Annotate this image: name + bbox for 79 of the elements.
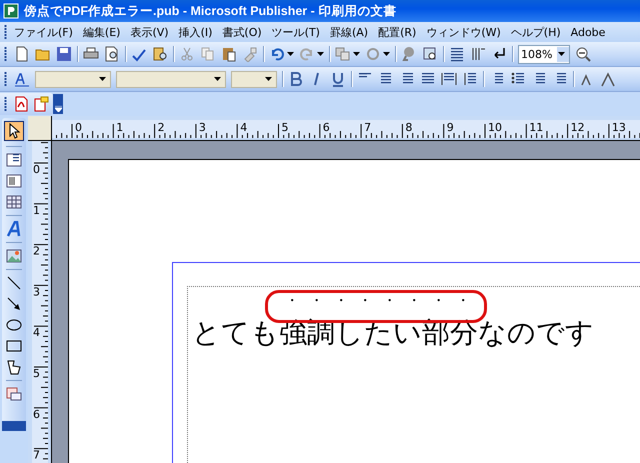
toolbar-grip-icon[interactable] — [4, 97, 7, 111]
picture-icon[interactable] — [6, 248, 22, 264]
dropdown-arrow-icon[interactable] — [353, 52, 360, 56]
chevron-icon — [54, 106, 62, 112]
dropdown-arrow-icon[interactable] — [214, 77, 221, 81]
rectangle-icon[interactable] — [6, 338, 22, 354]
menu-item[interactable]: ヘルプ(H) — [506, 24, 566, 40]
styles-icon[interactable] — [14, 71, 30, 87]
dropdown-arrow-icon[interactable] — [265, 77, 272, 81]
save-icon[interactable] — [56, 46, 72, 62]
columns-icon[interactable] — [449, 46, 465, 62]
ruler-number: 3 — [198, 121, 206, 134]
dropdown-arrow-icon[interactable] — [558, 52, 565, 56]
menu-item[interactable]: ツール(T) — [266, 24, 325, 40]
menu-item[interactable]: 配置(R) — [373, 24, 422, 40]
ruler-number: 6 — [33, 408, 40, 421]
new-document-icon[interactable] — [14, 46, 30, 62]
window-title: 傍点でPDF作成エラー.pub - Microsoft Publisher - 印刷用の文書 — [24, 2, 396, 20]
ruler-number: 1 — [116, 121, 124, 134]
ruler-corner[interactable] — [28, 116, 52, 141]
ruler-number: 9 — [446, 121, 454, 134]
arrow-icon[interactable] — [6, 296, 22, 312]
text-box-icon[interactable] — [6, 152, 22, 168]
toolbar-grip-icon[interactable] — [4, 72, 7, 86]
ruler-number: 5 — [33, 367, 40, 380]
zoom-out-icon[interactable] — [575, 46, 591, 62]
ruler-number: 4 — [240, 121, 248, 134]
research-icon[interactable] — [152, 46, 168, 62]
autoshapes-icon[interactable] — [6, 359, 22, 375]
ruler-number: 1 — [33, 204, 40, 217]
dropdown-arrow-icon[interactable] — [383, 52, 390, 56]
character-spacing-icon[interactable] — [441, 71, 457, 87]
underline-icon[interactable] — [330, 71, 346, 87]
line-icon[interactable] — [6, 275, 22, 291]
ruler-number: 10 — [488, 121, 502, 134]
undo-icon[interactable] — [269, 46, 285, 62]
pdf-icon[interactable] — [13, 96, 29, 112]
ruler-number: 2 — [33, 244, 40, 258]
ruler-number: 6 — [322, 121, 330, 134]
line-spacing-icon[interactable] — [462, 71, 478, 87]
menu-item[interactable]: 挿入(I) — [174, 24, 218, 40]
emphasis-marks: ・・・・・・・・ — [285, 295, 480, 307]
pdf-comment-icon[interactable] — [33, 96, 49, 112]
zoom-field[interactable]: 108% — [518, 44, 570, 64]
paste-icon[interactable] — [221, 46, 237, 62]
ruler-number: 5 — [282, 121, 288, 134]
menu-item[interactable]: ファイル(F) — [9, 24, 78, 40]
ruler-number: 4 — [33, 326, 40, 340]
vertical-text-box-icon[interactable] — [6, 173, 22, 189]
toolbar-grip-icon[interactable] — [4, 47, 7, 61]
menu-item[interactable]: 表示(V) — [125, 24, 174, 40]
print-preview-icon[interactable] — [104, 46, 120, 62]
wordart-icon[interactable] — [6, 221, 22, 237]
menu-item[interactable]: 書式(O) — [217, 24, 267, 40]
dropdown-arrow-icon[interactable] — [317, 52, 324, 56]
dropdown-arrow-icon[interactable] — [99, 77, 106, 81]
oval-icon[interactable] — [6, 317, 22, 333]
menu-item[interactable]: 罫線(A) — [324, 24, 374, 40]
app-icon[interactable] — [3, 3, 19, 19]
ruler-number: 7 — [33, 448, 40, 462]
ruler-number: 11 — [529, 121, 544, 134]
ruler-number: 12 — [570, 121, 585, 134]
ruler-number: 7 — [364, 121, 372, 134]
bold-icon[interactable] — [288, 71, 304, 87]
web-preview-icon[interactable] — [422, 46, 438, 62]
toolbar-grip-icon[interactable] — [4, 25, 7, 39]
ruler-number: 2 — [158, 121, 165, 134]
design-gallery-icon[interactable] — [6, 386, 22, 402]
menu-item[interactable]: ウィンドウ(W) — [421, 24, 506, 40]
ruler-number: 0 — [75, 121, 82, 134]
ruler-number: 3 — [33, 285, 40, 298]
toolbar-options-button[interactable] — [53, 94, 63, 114]
menu-item[interactable]: Adobe — [566, 26, 610, 38]
table-icon[interactable] — [6, 194, 22, 210]
ruler-number: 13 — [612, 121, 626, 134]
ruler-number: 0 — [33, 163, 40, 176]
ruler-number: 8 — [405, 121, 412, 134]
menu-item[interactable]: 編集(E) — [78, 24, 126, 40]
dropdown-arrow-icon[interactable] — [287, 52, 294, 56]
